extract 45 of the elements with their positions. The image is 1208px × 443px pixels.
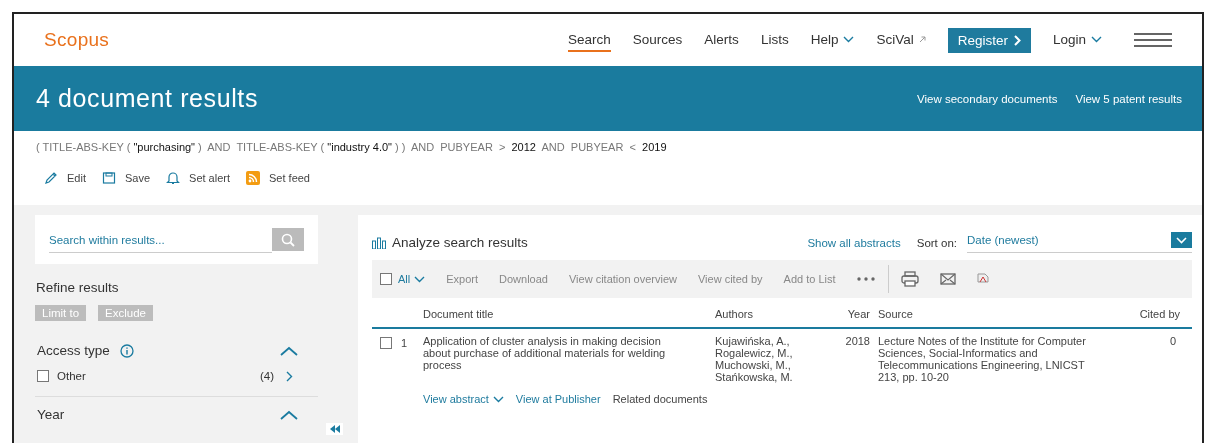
- show-abstracts-link[interactable]: Show all abstracts: [807, 236, 901, 249]
- document-title-link[interactable]: Application of cluster analysis in making decision about purchase of additional materials for welding process: [423, 335, 715, 383]
- author-link[interactable]: Stańkowska, M.: [715, 371, 793, 383]
- search-query: ( TITLE-ABS-KEY ( "purchasing" ) AND TITLE-ABS-KEY ( "industry 4.0" ) ) AND PUBYEAR > 2012 AND PUBYEAR < 2019: [36, 141, 668, 153]
- option-count: (4): [259, 370, 274, 382]
- login-link[interactable]: Login: [1052, 28, 1102, 52]
- cited-by-count: 0: [1168, 335, 1176, 349]
- nav-link[interactable]: Alerts: [704, 28, 739, 52]
- related-documents-link[interactable]: Related documents: [612, 393, 708, 405]
- source-detail: 213, pp. 10-20: [878, 371, 949, 383]
- column-header: Cited by: [1138, 308, 1180, 320]
- result-link[interactable]: View at Publisher: [515, 393, 601, 405]
- column-header: Year: [846, 308, 871, 320]
- sort-dropdown[interactable]: Date (newest): [967, 232, 1192, 253]
- nav-link[interactable]: Help: [810, 28, 855, 52]
- facet-title: Access type: [37, 343, 110, 358]
- option-label: Other: [57, 370, 87, 382]
- column-header: Document title: [423, 308, 495, 320]
- nav-link[interactable]: SciVal: [876, 28, 926, 52]
- query-action[interactable]: Edit: [44, 171, 86, 185]
- author-link[interactable]: Muchowski, M.,: [715, 359, 791, 371]
- sort-label: Sort on:: [916, 236, 957, 249]
- author-link[interactable]: Kujawińska, A.,: [715, 335, 790, 347]
- register-button[interactable]: Register: [947, 27, 1031, 53]
- search-box[interactable]: Search within results...: [35, 215, 318, 264]
- query-action[interactable]: Set alert: [166, 171, 230, 185]
- banner-link[interactable]: View 5 patent results: [1075, 92, 1182, 105]
- nav-link[interactable]: Sources: [632, 28, 683, 52]
- banner-link[interactable]: View secondary documents: [917, 92, 1058, 105]
- query-action[interactable]: Save: [101, 171, 151, 185]
- query-action[interactable]: Set feed: [246, 171, 310, 185]
- nav-link[interactable]: Lists: [760, 28, 789, 52]
- refine-title: Refine results: [36, 280, 120, 295]
- nav-link[interactable]: Search: [568, 28, 611, 52]
- source-link[interactable]: Lecture Notes of the Institute for Computer Sciences, Social-Informatics and Telecommunications Engineering, LNICST: [878, 335, 1128, 371]
- column-header: Source: [878, 308, 914, 320]
- column-header: Authors: [715, 308, 754, 320]
- result-link[interactable]: View abstract: [423, 393, 504, 405]
- row-number: 1: [401, 337, 408, 349]
- author-link[interactable]: Rogalewicz, M.,: [715, 347, 793, 359]
- select-all-menu[interactable]: All: [398, 273, 426, 285]
- results-title: 4 document results: [36, 84, 259, 113]
- year-cell-text: 2018: [844, 335, 871, 349]
- analyze-link[interactable]: Analyze search results: [372, 235, 528, 250]
- facet-title: Year: [37, 407, 65, 422]
